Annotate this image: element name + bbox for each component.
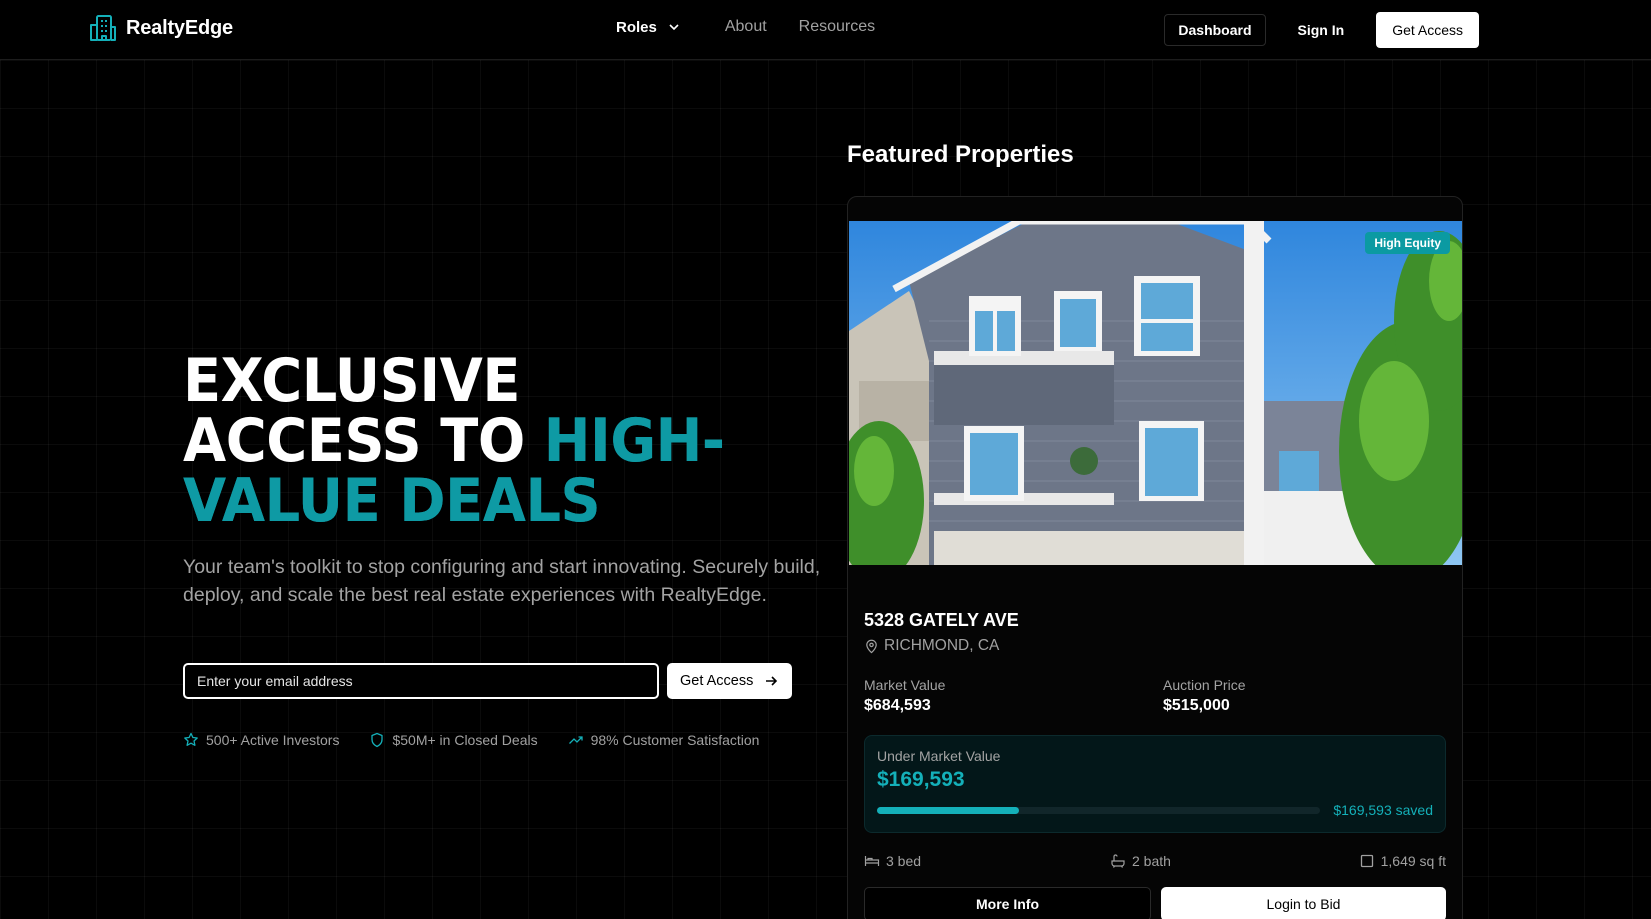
- hero-stats: 500+ Active Investors $50M+ in Closed De…: [183, 732, 759, 748]
- email-signup-form: Enter your email address Get Access: [183, 663, 793, 699]
- nav-about[interactable]: About: [725, 18, 767, 36]
- get-access-button[interactable]: Get Access: [667, 663, 793, 699]
- high-equity-badge: High Equity: [1365, 232, 1450, 254]
- header-actions: Dashboard Sign In Get Access: [1164, 12, 1479, 48]
- chevron-down-icon: [669, 24, 679, 31]
- house-illustration: [849, 221, 1462, 565]
- under-market-value-panel: Under Market Value $169,593 $169,593 sav…: [864, 735, 1446, 833]
- baths-text: 2 bath: [1132, 853, 1171, 869]
- email-placeholder: Enter your email address: [197, 673, 353, 689]
- auction-price-label: Auction Price: [1163, 677, 1246, 693]
- bath-icon: [1111, 854, 1125, 868]
- bed-icon: [864, 856, 880, 866]
- auction-price: $515,000: [1163, 697, 1230, 714]
- sign-in-button[interactable]: Sign In: [1298, 22, 1345, 38]
- get-access-label: Get Access: [680, 673, 754, 689]
- property-location: RICHMOND, CA: [864, 637, 999, 655]
- more-info-button[interactable]: More Info: [864, 887, 1151, 919]
- under-market-value-label: Under Market Value: [877, 748, 1001, 764]
- stat-text: 500+ Active Investors: [206, 732, 340, 748]
- savings-progress-bar: [877, 807, 1320, 814]
- property-address: 5328 GATELY AVE: [864, 610, 1019, 630]
- map-pin-icon: [866, 639, 877, 653]
- under-market-value: $169,593: [877, 768, 965, 791]
- beds-feature: 3 bed: [864, 853, 921, 869]
- nav-roles-dropdown[interactable]: Roles: [616, 19, 681, 36]
- shield-icon: [371, 732, 384, 748]
- featured-properties-title: Featured Properties: [847, 141, 1074, 168]
- stat-text: 98% Customer Satisfaction: [590, 732, 760, 748]
- hero-subtitle: Your team's toolkit to stop configuring …: [183, 556, 821, 606]
- nav-roles-label: Roles: [616, 18, 657, 36]
- stat-item: 98% Customer Satisfaction: [568, 732, 760, 748]
- brand-logo[interactable]: RealtyEdge: [88, 13, 233, 43]
- beds-text: 3 bed: [886, 853, 922, 869]
- hero-headline: EXCLUSIVE ACCESS TO HIGH- VALUE DEALS: [183, 351, 834, 531]
- login-to-bid-button[interactable]: Login to Bid: [1161, 887, 1446, 919]
- star-icon: [184, 732, 198, 746]
- stat-text: $50M+ in Closed Deals: [392, 732, 538, 748]
- hero-line-3: VALUE DEALS: [183, 466, 601, 536]
- hero-section: EXCLUSIVE ACCESS TO HIGH- VALUE DEALS Yo…: [183, 351, 823, 609]
- baths-feature: 2 bath: [1110, 853, 1171, 869]
- area-text: 1,649 sq ft: [1380, 853, 1446, 869]
- property-location-text: RICHMOND, CA: [884, 637, 1000, 654]
- savings-text: $169,593 saved: [1333, 802, 1433, 818]
- arrow-right-icon: [766, 676, 778, 686]
- get-access-header-button[interactable]: Get Access: [1376, 12, 1479, 48]
- property-card: High Equity 5328 GATELY AVE RICHMOND, CA…: [847, 196, 1463, 919]
- brand-name: RealtyEdge: [126, 16, 233, 39]
- square-icon: [1360, 854, 1373, 868]
- email-input[interactable]: Enter your email address: [183, 663, 659, 699]
- building-icon: [90, 15, 116, 41]
- trending-up-icon: [568, 736, 583, 744]
- savings-progress-fill: [877, 807, 1019, 814]
- top-nav: RealtyEdge Roles About Resources Dashboa…: [0, 0, 1651, 60]
- market-value-label: Market Value: [864, 677, 946, 693]
- main-nav: Roles About Resources: [616, 18, 875, 36]
- property-photo[interactable]: High Equity: [849, 221, 1462, 565]
- stat-item: $50M+ in Closed Deals: [369, 732, 538, 748]
- stat-item: 500+ Active Investors: [183, 732, 339, 748]
- nav-resources[interactable]: Resources: [799, 18, 875, 36]
- dashboard-button[interactable]: Dashboard: [1164, 14, 1266, 46]
- area-feature: 1,649 sq ft: [1359, 853, 1446, 869]
- market-value: $684,593: [864, 697, 931, 714]
